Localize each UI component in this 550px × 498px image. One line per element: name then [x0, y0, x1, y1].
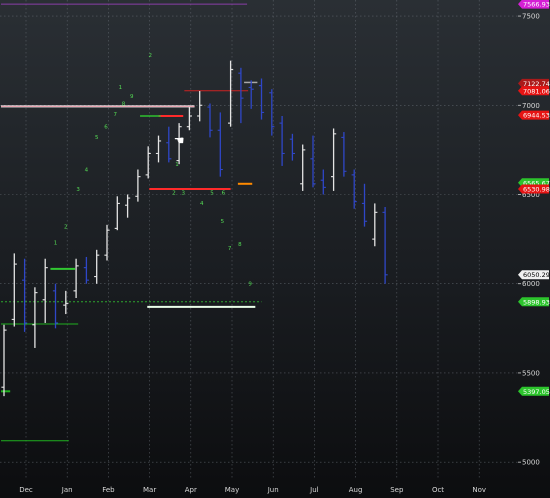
x-tick-label: Sep	[390, 486, 404, 494]
ohlc-bar[interactable]	[382, 206, 388, 284]
price-label: 6944.53	[518, 110, 550, 120]
setup-count-label: 3	[76, 187, 80, 193]
price-label-text: 6050.29	[523, 271, 550, 279]
ohlc-bar[interactable]	[73, 258, 79, 298]
x-tick-label: Nov	[472, 486, 486, 494]
ohlc-bar[interactable]	[207, 103, 213, 138]
ohlc-bar[interactable]	[11, 253, 17, 327]
chart-canvas[interactable]: 1234567891212 345 65789 Dec Jan Feb Mar Apr May…	[0, 0, 550, 498]
ohlc-bar[interactable]	[42, 258, 48, 323]
ohlc-bar[interactable]	[186, 107, 192, 131]
setup-count-label: 4	[85, 167, 89, 173]
price-label: 5397.05	[518, 386, 550, 396]
ohlc-bar[interactable]	[94, 249, 100, 284]
ohlc-bar[interactable]	[22, 258, 28, 332]
ohlc-bar[interactable]	[155, 135, 162, 163]
ohlc-bar[interactable]	[135, 169, 141, 202]
ohlc-bar[interactable]	[83, 256, 89, 284]
price-label-text: 6944.53	[523, 112, 550, 120]
price-label-text: 7566.93	[523, 1, 550, 9]
ohlc-bar[interactable]	[310, 135, 316, 188]
price-label: 6050.29	[518, 270, 550, 280]
x-tick-label: Jul	[309, 486, 319, 494]
ohlc-bar[interactable]	[269, 89, 275, 136]
ohlc-bar[interactable]	[32, 287, 38, 348]
ohlc-bar[interactable]	[238, 67, 244, 124]
x-tick-label: Mar	[143, 486, 156, 494]
hand-cursor-icon: ☚	[174, 134, 185, 148]
ohlc-bar[interactable]	[145, 146, 151, 179]
ohlc-bar[interactable]	[228, 60, 234, 127]
y-tick-label: 5000	[522, 459, 540, 467]
setup-count-label: 2	[172, 190, 176, 196]
ohlc-bar[interactable]	[63, 290, 69, 315]
ohlc-bar[interactable]	[197, 91, 203, 122]
x-tick-label: Jun	[267, 486, 279, 494]
price-label-text: 5898.93	[523, 298, 550, 306]
ohlc-bar[interactable]	[372, 203, 378, 247]
x-tick-label: Aug	[349, 486, 363, 494]
ohlc-bar[interactable]	[248, 80, 254, 109]
setup-count-label: 1	[54, 240, 58, 246]
x-tick-label: Feb	[102, 486, 115, 494]
x-tick-label: Oct	[432, 486, 444, 494]
setup-count-label: 5	[95, 135, 99, 141]
ohlc-bar[interactable]	[114, 196, 120, 231]
setup-count-label: 2	[64, 224, 68, 230]
x-tick-label: May	[225, 486, 239, 494]
setup-count-label: 2	[149, 53, 153, 59]
setup-count-label: 6	[104, 124, 108, 130]
ohlc-bar[interactable]	[331, 128, 337, 191]
ohlc-bar[interactable]	[341, 132, 347, 177]
x-tick-label: Jan	[61, 486, 73, 494]
price-label: 5898.93	[518, 297, 550, 307]
y-tick-label: 6000	[522, 280, 540, 288]
ohlc-bar[interactable]	[300, 144, 306, 191]
ohlc-bar[interactable]	[52, 283, 59, 329]
ohlc-bar[interactable]	[351, 169, 357, 209]
ohlc-bar[interactable]	[289, 133, 295, 161]
ohlc-bar[interactable]	[217, 112, 223, 177]
setup-count-label: 9	[248, 282, 252, 288]
price-label-text: 5397.05	[523, 388, 550, 396]
setup-count-label: 4	[200, 201, 204, 207]
setup-count-label: 7	[113, 112, 117, 118]
setup-count-label: 1	[119, 85, 123, 91]
setup-count-label: 8	[238, 242, 242, 248]
setup-count-label: 9	[130, 94, 134, 100]
ohlc-bar[interactable]	[258, 78, 265, 120]
y-tick-label: 7000	[522, 102, 540, 110]
ohlc-bar[interactable]	[279, 115, 285, 166]
setup-count-label: 1	[175, 162, 179, 168]
price-label-text: 6530.98	[523, 185, 550, 193]
price-chart[interactable]: 123456789121234565789 Dec Jan Feb Mar Apr May…	[0, 0, 550, 498]
ohlc-bar[interactable]	[1, 324, 7, 397]
setup-count-label: 7	[228, 246, 232, 252]
price-label: 7566.93	[518, 0, 550, 9]
ohlc-bar[interactable]	[104, 224, 110, 261]
setup-count-label: 5	[221, 219, 225, 225]
setup-count-label: 5	[210, 190, 214, 196]
x-tick-label: Apr	[185, 486, 197, 494]
ohlc-bar[interactable]	[320, 169, 326, 195]
price-label: 6530.98	[518, 184, 550, 194]
price-label-text: 7081.06	[523, 87, 550, 95]
setup-count-label: 8	[122, 101, 126, 107]
ohlc-bar[interactable]	[125, 194, 131, 218]
x-tick-label: Dec	[19, 486, 33, 494]
y-tick-label: 7500	[522, 13, 540, 21]
ohlc-bar[interactable]	[166, 126, 172, 163]
setup-count-label: 6	[222, 190, 226, 196]
setup-count-label: 3	[181, 190, 185, 196]
ohlc-bar[interactable]	[361, 183, 368, 227]
price-label: 7081.06	[518, 86, 550, 96]
y-tick-label: 5500	[522, 369, 540, 377]
